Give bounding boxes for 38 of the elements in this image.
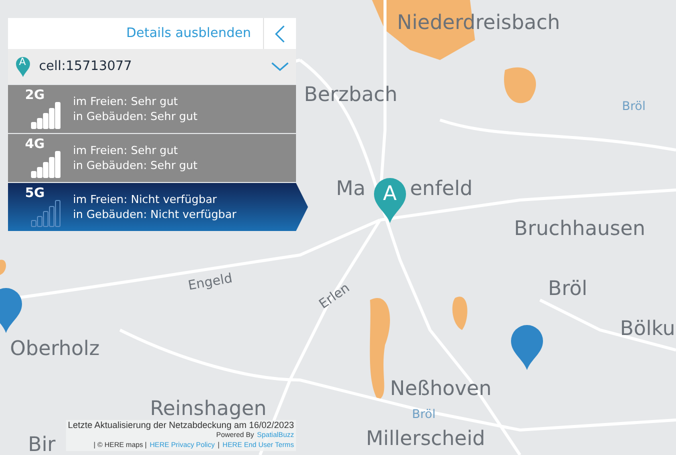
map-label: Bölku <box>620 318 676 338</box>
chevron-down-icon <box>271 62 289 72</box>
cell-marker: A <box>15 56 31 78</box>
map-label: Bröl <box>412 408 436 420</box>
indoor-coverage: in Gebäuden: Nicht verfügbar <box>73 207 236 222</box>
map-pin[interactable]: A <box>372 176 408 224</box>
indoor-coverage: in Gebäuden: Sehr gut <box>73 158 198 173</box>
map-label: Ma <box>336 178 366 198</box>
signal-bars-icon <box>31 102 61 129</box>
map-label: Berzbach <box>304 84 398 104</box>
outdoor-coverage: im Freien: Nicht verfügbar <box>73 192 218 207</box>
map-label: Bröl <box>548 278 588 298</box>
technology-row[interactable]: 4G im Freien: Sehr gut in Gebäuden: Sehr gut <box>8 134 296 182</box>
map-label: Bruchhausen <box>514 218 646 238</box>
map-label: Bröl <box>622 100 646 112</box>
technology-row[interactable]: 5G im Freien: Nicht verfügbar in Gebäuden: Nicht verfügbar <box>8 183 308 231</box>
pin-label: A <box>383 182 397 204</box>
map-label: Oberholz <box>10 338 100 358</box>
technology-name: 4G <box>25 138 46 152</box>
cell-id: cell:15713077 <box>39 58 133 76</box>
update-note: Letzte Aktualisierung der Netzabdeckung am 16/02/2023 <box>68 420 294 431</box>
signal-bars-icon <box>31 151 61 178</box>
map-label: Neßhoven <box>390 378 492 398</box>
map-label: Engeld <box>187 272 234 293</box>
cell-selector[interactable]: A cell:15713077 <box>8 49 296 84</box>
map-label: Reinshagen <box>150 398 267 418</box>
map-label: Bir <box>28 434 56 454</box>
map-label: enfeld <box>410 178 473 198</box>
chevron-left-icon <box>275 24 285 42</box>
map-label: Millerscheid <box>366 428 486 448</box>
outdoor-coverage: im Freien: Sehr gut <box>73 143 179 158</box>
outdoor-coverage: im Freien: Sehr gut <box>73 94 179 109</box>
signal-bars-icon <box>31 200 61 227</box>
technology-name: 2G <box>25 89 46 103</box>
indoor-coverage: in Gebäuden: Sehr gut <box>73 109 198 124</box>
technology-name: 5G <box>25 187 46 201</box>
map-pin[interactable] <box>509 323 545 371</box>
technology-row[interactable]: 2G im Freien: Sehr gut in Gebäuden: Sehr gut <box>8 85 296 133</box>
